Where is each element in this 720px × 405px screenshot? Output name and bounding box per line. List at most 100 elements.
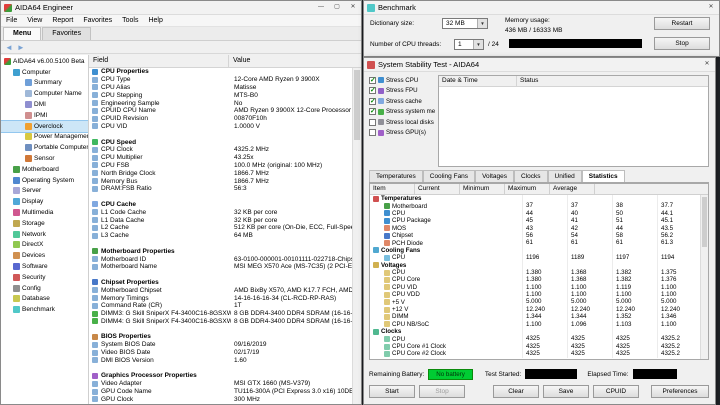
stability-action-button[interactable]: Save <box>543 385 589 398</box>
statistics-row[interactable]: Voltages <box>370 261 700 269</box>
tree-item[interactable]: Benchmark <box>1 304 88 315</box>
minimize-button[interactable]: — <box>313 1 329 14</box>
tree-item[interactable]: Sensor <box>1 153 88 164</box>
stress-option[interactable]: Stress GPU(s) <box>369 128 435 139</box>
statistics-row[interactable]: +5 V 5.000 5.000 5.000 5.000 <box>370 298 700 306</box>
statistics-row[interactable]: CPU NB/SoC 1.100 1.096 1.103 1.100 <box>370 320 700 329</box>
tree-item[interactable]: Server <box>1 186 88 197</box>
checkbox[interactable] <box>369 118 376 126</box>
checkbox[interactable] <box>369 129 376 137</box>
checkbox[interactable] <box>369 86 376 95</box>
statistics-scrollbar[interactable] <box>700 195 708 359</box>
stability-titlebar[interactable]: System Stability Test - AIDA64 ✕ <box>364 58 715 72</box>
table-row[interactable]: DIMM3: G Skill SniperX F4-3400C16-8GSXW … <box>89 310 352 318</box>
menu-item[interactable]: Report <box>47 15 78 27</box>
restart-button[interactable]: Restart <box>654 17 710 30</box>
sensor-tab[interactable]: Statistics <box>581 170 625 182</box>
tree-item[interactable]: Summary <box>1 78 88 89</box>
statistics-row[interactable]: CPU VID 1.100 1.100 1.119 1.100 <box>370 283 700 292</box>
tree-item[interactable]: Computer <box>1 67 88 78</box>
statistics-row[interactable]: Chipset 56 54 58 56.2 <box>370 231 700 240</box>
statistics-column-header[interactable]: Current <box>415 184 460 194</box>
table-row[interactable]: Video BIOS Date 02/17/19 <box>89 349 352 357</box>
menu-item[interactable]: Tools <box>117 15 143 27</box>
tree-item[interactable]: Security <box>1 272 88 283</box>
tree-item[interactable]: Display <box>1 196 88 207</box>
tree-item[interactable]: Database <box>1 294 88 305</box>
field-column-header[interactable]: Field <box>89 55 229 67</box>
chevron-down-icon[interactable]: ▼ <box>473 40 483 49</box>
scrollbar-thumb[interactable] <box>702 197 707 247</box>
table-row[interactable]: CPU VID 1.0000 V <box>89 123 352 131</box>
statistics-row[interactable]: CPU Core 1.380 1.368 1.382 1.376 <box>370 276 700 284</box>
table-row[interactable]: L1 Code Cache 32 KB per core <box>89 208 352 216</box>
stability-action-button[interactable]: Stop <box>419 385 465 398</box>
datetime-column-header[interactable]: Date & Time <box>439 76 517 86</box>
table-row[interactable]: Video Adapter MSI GTX 1660 (MS-V379) <box>89 380 352 388</box>
stress-option[interactable]: Stress system memory <box>369 107 435 118</box>
benchmark-titlebar[interactable]: Benchmark ✕ <box>364 1 719 15</box>
maximize-button[interactable]: ▢ <box>329 1 345 14</box>
statistics-column-header[interactable]: Minimum <box>460 184 505 194</box>
stability-action-button[interactable]: Preferences <box>651 385 709 398</box>
table-row[interactable] <box>89 130 352 138</box>
table-row[interactable]: GPU Clock 300 MHz <box>89 395 352 403</box>
tree-item[interactable]: Software <box>1 261 88 272</box>
table-row[interactable]: Graphics Processor Properties <box>89 372 352 380</box>
view-tab[interactable]: Favorites <box>42 27 92 40</box>
tree-item[interactable]: Storage <box>1 218 88 229</box>
field-table-scrollbar[interactable] <box>352 68 361 404</box>
close-icon[interactable]: ✕ <box>699 58 715 71</box>
table-row[interactable]: CPU FSB 100.0 MHz (original: 100 MHz) <box>89 162 352 170</box>
statistics-row[interactable]: CPU VDD 1.100 1.100 1.100 1.100 <box>370 291 700 299</box>
stability-action-button[interactable]: CPUID <box>593 385 639 398</box>
menu-item[interactable]: File <box>1 15 22 27</box>
tree-item[interactable]: Motherboard <box>1 164 88 175</box>
table-row[interactable]: Motherboard ID 63-0100-000001-00101111-0… <box>89 255 352 263</box>
table-row[interactable]: CPU Properties <box>89 68 352 76</box>
tree-item[interactable]: Multimedia <box>1 207 88 218</box>
main-titlebar[interactable]: AIDA64 Engineer — ▢ ✕ <box>1 1 361 15</box>
tree-item[interactable]: IPMI <box>1 110 88 121</box>
table-row[interactable]: L1 Data Cache 32 KB per core <box>89 216 352 224</box>
menu-item[interactable]: Help <box>143 15 167 27</box>
statistics-row[interactable]: PCH Diode 61 61 61 61.3 <box>370 239 700 247</box>
table-row[interactable]: Memory Timings 14-16-16-16-34 (CL-RCD-RP… <box>89 294 352 302</box>
tree-item[interactable]: Network <box>1 229 88 240</box>
stability-action-button[interactable]: Start <box>369 385 415 398</box>
table-row[interactable]: Command Rate (CR) 1T <box>89 302 352 310</box>
table-row[interactable] <box>89 325 352 333</box>
checkbox[interactable] <box>369 97 376 105</box>
tree-item[interactable]: Portable Computer <box>1 142 88 153</box>
stress-option[interactable]: Stress CPU <box>369 75 435 86</box>
statistics-row[interactable]: DIMM 1.344 1.344 1.352 1.346 <box>370 313 700 321</box>
table-row[interactable]: CPU Speed <box>89 138 352 146</box>
menu-item[interactable]: View <box>22 15 47 27</box>
statistics-row[interactable]: Temperatures <box>370 195 700 203</box>
view-tab[interactable]: Menu <box>3 27 42 40</box>
tree-item[interactable]: DirectX <box>1 240 88 251</box>
stop-button[interactable]: Stop <box>654 37 710 50</box>
sensor-tab[interactable]: Clocks <box>514 170 548 182</box>
table-row[interactable]: Motherboard Properties <box>89 247 352 255</box>
tree-item[interactable]: Computer Name <box>1 88 88 99</box>
statistics-row[interactable]: Clocks <box>370 328 700 336</box>
dictionary-size-select[interactable]: 32 MB ▼ <box>442 18 488 29</box>
statistics-column-header[interactable]: Item <box>370 184 415 194</box>
table-row[interactable]: GPU Code Name TU116-300A (PCI Express 3.… <box>89 388 352 396</box>
sensor-tab[interactable]: Temperatures <box>369 170 423 182</box>
statistics-row[interactable]: +12 V 12.240 12.240 12.240 12.240 <box>370 305 700 314</box>
table-row[interactable]: Chipset Properties <box>89 279 352 287</box>
statistics-row[interactable]: MOS 43 42 44 43.5 <box>370 224 700 232</box>
table-row[interactable]: CPU Cache <box>89 201 352 209</box>
statistics-row[interactable]: CPU Core #1 Clock 4325 4325 4325 4325.2 <box>370 342 700 351</box>
stress-option[interactable]: Stress cache <box>369 96 435 107</box>
close-button[interactable]: ✕ <box>345 1 361 14</box>
statistics-row[interactable]: CPU Package 45 41 51 45.1 <box>370 217 700 225</box>
table-row[interactable]: System BIOS Date 09/16/2019 <box>89 341 352 349</box>
table-row[interactable]: CPU Alias Matisse <box>89 84 352 92</box>
table-row[interactable] <box>89 240 352 248</box>
stability-action-button[interactable]: Clear <box>493 385 539 398</box>
table-row[interactable] <box>89 193 352 201</box>
table-row[interactable]: CPUID Revision 00870F10h <box>89 115 352 123</box>
